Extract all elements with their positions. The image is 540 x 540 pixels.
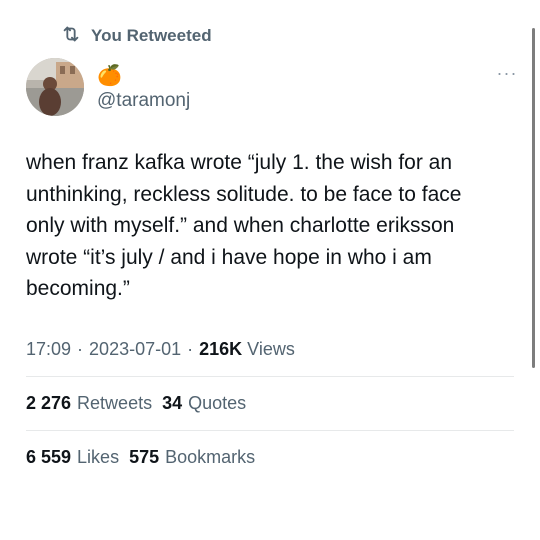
retweet-banner-label: You Retweeted	[91, 26, 212, 45]
engagement-row-2: 6 559 Likes 575 Bookmarks	[26, 445, 255, 469]
tweet-text: when franz kafka wrote “july 1. the wish…	[26, 151, 462, 300]
meta-separator: ·	[77, 338, 84, 359]
retweet-banner[interactable]: You Retweeted	[60, 24, 212, 48]
meta-separator: ·	[187, 338, 194, 359]
engagement-row-1: 2 276 Retweets 34 Quotes	[26, 391, 246, 415]
likes-stat[interactable]: 6 559 Likes	[26, 447, 119, 468]
quotes-label: Quotes	[188, 392, 247, 413]
divider	[26, 430, 514, 431]
retweets-count: 2 276	[26, 392, 72, 413]
likes-label: Likes	[77, 446, 120, 467]
retweets-label: Retweets	[77, 392, 153, 413]
scrollbar[interactable]	[532, 28, 535, 368]
tweet-time[interactable]: 17:09	[26, 339, 71, 360]
bookmarks-stat[interactable]: 575 Bookmarks	[129, 447, 255, 468]
tweet-date[interactable]: 2023-07-01	[89, 339, 181, 360]
views-count: 216K	[199, 338, 243, 359]
quotes-count: 34	[162, 392, 183, 413]
more-options-button[interactable]: ···	[494, 64, 520, 82]
retweet-icon	[60, 23, 82, 50]
display-name[interactable]: 🍊	[97, 62, 122, 88]
tweet-meta: 17:09 · 2023-07-01 · 216K Views	[26, 337, 295, 361]
quotes-stat[interactable]: 34 Quotes	[162, 393, 246, 414]
orange-emoji: 🍊	[97, 64, 122, 87]
likes-count: 6 559	[26, 446, 72, 467]
bookmarks-label: Bookmarks	[165, 446, 256, 467]
author-handle[interactable]: @taramonj	[97, 90, 190, 112]
bookmarks-count: 575	[129, 446, 160, 467]
avatar[interactable]	[26, 58, 84, 116]
views-label: Views	[247, 338, 295, 359]
divider	[26, 376, 514, 377]
retweets-stat[interactable]: 2 276 Retweets	[26, 393, 152, 414]
